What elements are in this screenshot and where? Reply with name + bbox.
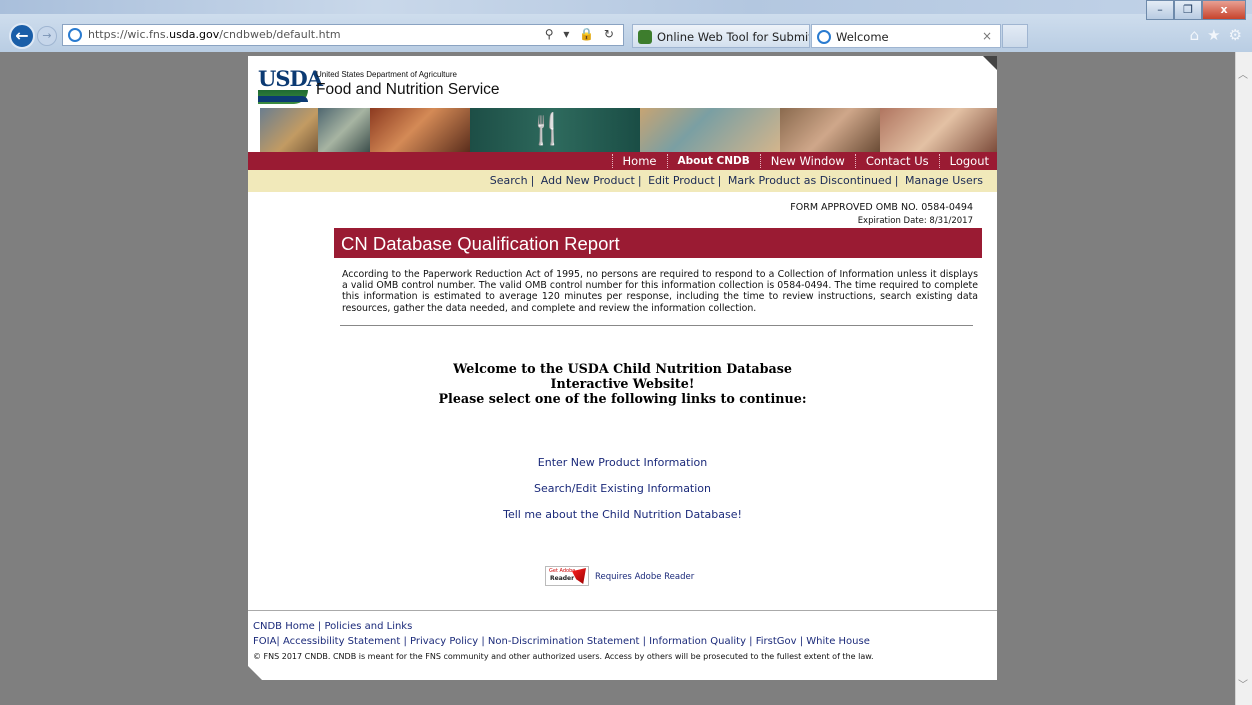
welcome-line: Please select one of the following links… xyxy=(438,391,807,406)
subnav-add-new-product[interactable]: Add New Product xyxy=(541,174,635,187)
banner-photo xyxy=(318,108,370,152)
tab-welcome[interactable]: Welcome × xyxy=(811,24,1001,48)
footer: CNDB Home | Policies and Links FOIA| Acc… xyxy=(253,619,874,664)
welcome-line: Interactive Website! xyxy=(550,376,695,391)
browser-toolbar-icons: ⌂ ★ ⚙ xyxy=(1190,26,1242,44)
footer-links-secondary[interactable]: FOIA| Accessibility Statement | Privacy … xyxy=(253,634,874,649)
close-tab-icon[interactable]: × xyxy=(982,29,992,43)
sub-nav: Search | Add New Product | Edit Product | M… xyxy=(489,174,983,187)
subnav-search[interactable]: Search xyxy=(490,174,528,187)
vertical-scrollbar[interactable]: ︿ ﹀ xyxy=(1235,52,1252,705)
favorites-star-icon[interactable]: ★ xyxy=(1207,26,1220,44)
subnav-edit-product[interactable]: Edit Product xyxy=(648,174,715,187)
about-cndb-link[interactable]: Tell me about the Child Nutrition Databa… xyxy=(248,508,997,534)
utensils-icon: 🍴 xyxy=(528,112,566,147)
banner-photo xyxy=(880,108,997,152)
scroll-down-icon[interactable]: ﹀ xyxy=(1238,676,1248,691)
maximize-button[interactable]: ❐ xyxy=(1174,0,1202,20)
scroll-up-icon[interactable]: ︿ xyxy=(1238,66,1248,81)
report-title-bar: CN Database Qualification Report xyxy=(334,228,982,258)
nav-new-window[interactable]: New Window xyxy=(759,154,855,168)
forward-button[interactable]: → xyxy=(37,26,57,46)
page-corner-decoration xyxy=(248,666,262,680)
top-nav: Home About CNDB New Window Contact Us Lo… xyxy=(611,152,989,170)
nav-contact-us[interactable]: Contact Us xyxy=(854,154,939,168)
arrow-left-icon: ← xyxy=(15,26,29,45)
site-favicon-icon xyxy=(638,30,652,44)
photo-banner: 🍴 xyxy=(260,108,997,152)
home-icon[interactable]: ⌂ xyxy=(1190,26,1200,44)
footer-links-primary[interactable]: CNDB Home | Policies and Links xyxy=(253,619,874,634)
ie-favicon-icon xyxy=(817,30,831,44)
usda-swoosh-icon xyxy=(258,96,308,102)
web-page: USDA United States Department of Agricul… xyxy=(248,56,997,680)
close-window-button[interactable]: x xyxy=(1202,0,1246,20)
tab-label: Online Web Tool for Submittin... xyxy=(657,30,810,44)
welcome-message: Welcome to the USDA Child Nutrition Data… xyxy=(248,361,997,406)
divider xyxy=(340,325,973,326)
page-corner-decoration xyxy=(983,56,997,70)
enter-new-product-link[interactable]: Enter New Product Information xyxy=(248,456,997,482)
top-navigation-bar: Home About CNDB New Window Contact Us Lo… xyxy=(248,152,997,170)
nav-logout[interactable]: Logout xyxy=(938,154,989,168)
browser-chrome: – ❐ x ← → https://wic.fns.usda.gov/cndbw… xyxy=(0,0,1252,52)
arrow-right-icon: → xyxy=(42,29,52,42)
page-title: CN Database Qualification Report xyxy=(341,233,620,254)
settings-gear-icon[interactable]: ⚙ xyxy=(1229,26,1242,44)
get-adobe-reader-badge[interactable]: Get Adobe Reader xyxy=(545,566,589,586)
ie-logo-icon xyxy=(68,28,82,42)
usda-wordmark: USDA xyxy=(258,66,323,91)
main-links: Enter New Product Information Search/Edi… xyxy=(248,456,997,534)
search-edit-existing-link[interactable]: Search/Edit Existing Information xyxy=(248,482,997,508)
tab-label: Welcome xyxy=(836,30,889,44)
subnav-mark-discontinued[interactable]: Mark Product as Discontinued xyxy=(728,174,892,187)
omb-expiration-date: Expiration Date: 8/31/2017 xyxy=(857,216,973,226)
omb-approval-number: FORM APPROVED OMB NO. 0584-0494 xyxy=(790,202,973,213)
welcome-line: Welcome to the USDA Child Nutrition Data… xyxy=(453,361,792,376)
address-url[interactable]: https://wic.fns.usda.gov/cndbweb/default… xyxy=(88,28,341,41)
paperwork-reduction-notice: According to the Paperwork Reduction Act… xyxy=(342,269,978,314)
nav-home[interactable]: Home xyxy=(611,154,667,168)
banner-photo xyxy=(370,108,470,152)
navigation-row: ← → https://wic.fns.usda.gov/cndbweb/def… xyxy=(0,22,1252,50)
window-controls: – ❐ x xyxy=(1146,0,1246,20)
banner-photo xyxy=(260,108,318,152)
address-tools-icons[interactable]: ⚲ ▾ 🔒 ↻ xyxy=(545,27,617,41)
address-bar[interactable]: https://wic.fns.usda.gov/cndbweb/default… xyxy=(62,24,624,46)
agency-name: Food and Nutrition Service xyxy=(316,81,500,98)
copyright-notice: © FNS 2017 CNDB. CNDB is meant for the F… xyxy=(253,652,874,661)
sub-navigation-bar: Search | Add New Product | Edit Product | M… xyxy=(248,170,997,192)
requires-adobe-reader-link[interactable]: Requires Adobe Reader xyxy=(595,572,694,582)
title-bar xyxy=(0,0,1252,14)
subnav-manage-users[interactable]: Manage Users xyxy=(905,174,983,187)
omb-notice: FORM APPROVED OMB NO. 0584-0494 Expirati… xyxy=(790,202,973,226)
department-name: United States Department of Agriculture xyxy=(316,70,457,79)
nav-about-cndb[interactable]: About CNDB xyxy=(666,154,760,168)
banner-photo xyxy=(640,108,780,152)
new-tab-button[interactable] xyxy=(1002,24,1028,48)
back-button[interactable]: ← xyxy=(9,23,35,49)
tab-online-web-tool[interactable]: Online Web Tool for Submittin... xyxy=(632,24,810,48)
minimize-button[interactable]: – xyxy=(1146,0,1174,20)
banner-photo xyxy=(780,108,880,152)
footer-divider xyxy=(248,610,997,611)
